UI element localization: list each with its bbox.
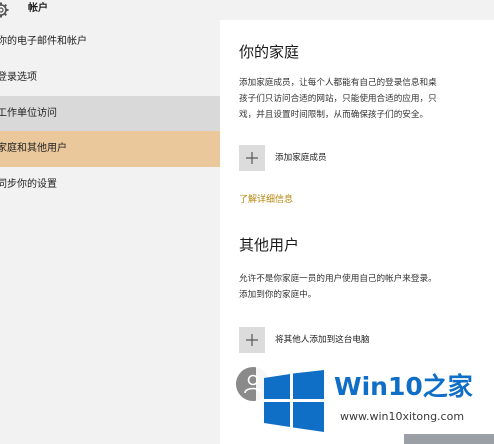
add-other-user-button[interactable]: 将其他人添加到这台电脑 xyxy=(239,327,489,353)
watermark-brand-text: Win10 xyxy=(334,372,423,401)
sidebar-item-sync-settings[interactable]: 同步你的设置 xyxy=(0,167,220,203)
learn-more-link[interactable]: 了解详细信息 xyxy=(239,193,293,207)
sidebar-item-label: 工作单位访问 xyxy=(0,108,57,119)
watermark-url: www.win10xitong.com xyxy=(340,410,465,423)
add-family-member-button[interactable]: 添加家庭成员 xyxy=(239,145,489,171)
sidebar-item-email-accounts[interactable]: 你的电子邮件和帐户 xyxy=(0,24,220,60)
family-description-line: 孩子们只访问合适的网站，只能使用合适的应用，只 xyxy=(239,94,437,104)
watermark: Win10之家 www.win10xitong.com xyxy=(256,362,494,444)
other-users-heading: 其他用户 xyxy=(239,236,300,254)
plus-icon xyxy=(239,327,265,353)
family-description-line: 戏，并且设置时间限制，从而确保孩子们的安全。 xyxy=(239,110,429,120)
other-users-description-line: 添加到你的家庭中。 xyxy=(239,290,317,300)
sidebar-item-label: 同步你的设置 xyxy=(0,179,57,190)
watermark-brand: Win10之家 xyxy=(334,372,473,402)
plus-icon xyxy=(239,145,265,171)
sidebar-item-family-other-users[interactable]: 家庭和其他用户 xyxy=(0,131,220,167)
other-users-description-line: 允许不是你家庭一员的用户使用自己的帐户来登录。 xyxy=(239,274,437,284)
windows-logo-icon xyxy=(262,370,326,436)
add-other-user-label: 将其他人添加到这台电脑 xyxy=(275,335,370,345)
family-heading: 你的家庭 xyxy=(239,43,300,61)
title-bar: 帐户 xyxy=(0,0,494,20)
other-users-description: 允许不是你家庭一员的用户使用自己的帐户来登录。 添加到你的家庭中。 xyxy=(239,271,494,303)
sidebar-item-label: 家庭和其他用户 xyxy=(0,143,67,154)
sidebar-item-label: 登录选项 xyxy=(0,72,37,83)
sidebar-item-label: 你的电子邮件和帐户 xyxy=(0,36,87,47)
watermark-brand-suffix: 之家 xyxy=(422,372,473,401)
window-title: 帐户 xyxy=(28,3,48,14)
sidebar-item-sign-in-options[interactable]: 登录选项 xyxy=(0,60,220,96)
sidebar-nav: 你的电子邮件和帐户 登录选项 工作单位访问 家庭和其他用户 同步你的设置 xyxy=(0,20,220,444)
watermark-bar xyxy=(404,434,494,444)
family-description: 添加家庭成员，让每个人都能有自己的登录信息和桌 孩子们只访问合适的网站，只能使用… xyxy=(239,75,494,123)
settings-window: 帐户 你的电子邮件和帐户 登录选项 工作单位访问 家庭和其他用户 同步你的设置 … xyxy=(0,0,494,444)
gear-icon xyxy=(0,2,9,18)
family-description-line: 添加家庭成员，让每个人都能有自己的登录信息和桌 xyxy=(239,78,437,88)
sidebar-item-work-access[interactable]: 工作单位访问 xyxy=(0,96,220,132)
add-family-member-label: 添加家庭成员 xyxy=(275,153,327,163)
